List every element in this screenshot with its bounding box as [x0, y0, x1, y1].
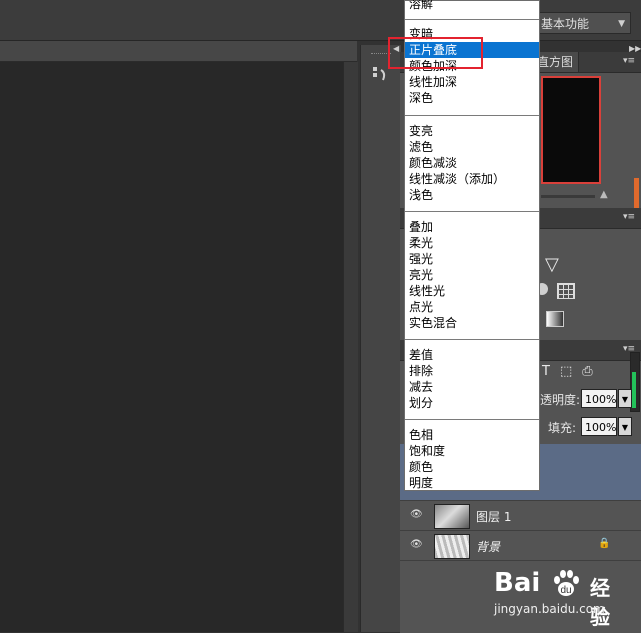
menu-item-soft-light[interactable]: 柔光 — [409, 235, 433, 251]
menu-item-subtract[interactable]: 减去 — [409, 379, 433, 395]
opacity-dropdown-icon[interactable]: ▼ — [618, 389, 632, 408]
baidu-paw-logo-icon: du — [554, 570, 579, 596]
opacity-label: 透明度: — [540, 393, 581, 407]
highlight-annotation-box — [388, 37, 483, 69]
menu-item-screen[interactable]: 滤色 — [409, 139, 433, 155]
layer-name[interactable]: 背景 — [476, 538, 500, 555]
layer-filter-icons[interactable]: T⬚⎙ — [542, 364, 603, 379]
menu-item-difference[interactable]: 差值 — [409, 347, 433, 363]
lock-icon: 🔒 — [598, 538, 611, 549]
menu-item-hue[interactable]: 色相 — [409, 427, 433, 443]
panel-menu-icon[interactable]: ▾≡ — [623, 212, 635, 222]
menu-item-darker-color[interactable]: 深色 — [409, 90, 433, 106]
canvas-scrollbar[interactable] — [343, 62, 358, 632]
menu-item-exclusion[interactable]: 排除 — [409, 363, 433, 379]
menu-separator — [405, 211, 539, 212]
layer-name[interactable]: 图层 1 — [476, 508, 511, 525]
menu-item-lighter-color[interactable]: 浅色 — [409, 187, 433, 203]
layer-thumbnail — [434, 534, 470, 559]
menu-separator — [405, 19, 539, 20]
fill-label: 填充: — [548, 421, 577, 435]
menu-separator — [405, 339, 539, 340]
watermark-jingyan: 经验 — [590, 576, 610, 629]
channel-mixer-icon[interactable] — [557, 283, 575, 299]
svg-text:du: du — [560, 585, 571, 596]
menu-item-overlay[interactable]: 叠加 — [409, 219, 433, 235]
opacity-input[interactable]: 100% — [581, 389, 617, 408]
blend-mode-menu: 溶解 变暗 颜色加深 线性加深 深色 变亮 滤色 颜色减淡 线性减淡（添加） 浅… — [404, 0, 540, 491]
zoom-in-icon[interactable]: ▲ — [600, 189, 608, 200]
menu-item-linear-light[interactable]: 线性光 — [409, 283, 445, 299]
fill-input[interactable]: 100% — [581, 417, 617, 436]
navigator-preview[interactable] — [541, 76, 601, 184]
menu-separator — [405, 419, 539, 420]
watermark-brand: Bai — [494, 568, 541, 598]
menu-item-lighten[interactable]: 变亮 — [409, 123, 433, 139]
workspace-label: 基本功能 — [541, 17, 590, 31]
panel-menu-icon[interactable]: ▾≡ — [623, 56, 635, 66]
layer-thumbnail — [434, 504, 470, 529]
workspace-switcher[interactable]: 基本功能 ▼ — [534, 12, 631, 34]
eye-icon[interactable]: 👁 — [410, 539, 423, 551]
menu-item-hard-mix[interactable]: 实色混合 — [409, 315, 457, 331]
zoom-slider[interactable] — [541, 195, 595, 198]
panel-scroll-thumb[interactable] — [634, 178, 639, 208]
document-tab-bar — [0, 41, 357, 62]
menu-item-vivid-light[interactable]: 亮光 — [409, 267, 433, 283]
gradient-map-icon[interactable] — [546, 311, 564, 327]
layer-filter-toggle-thumb — [632, 372, 636, 408]
menu-item-color[interactable]: 颜色 — [409, 459, 433, 475]
layer-row[interactable]: 👁 背景 🔒 — [400, 530, 641, 561]
fill-dropdown-icon[interactable]: ▼ — [618, 417, 632, 436]
layer-row[interactable]: 👁 图层 1 — [400, 500, 641, 531]
gradient-map-triangle-icon[interactable]: ▽ — [545, 254, 559, 275]
watermark-url: jingyan.baidu.com — [494, 602, 605, 616]
eye-icon[interactable]: 👁 — [410, 509, 423, 521]
collapsed-dock — [360, 45, 401, 632]
canvas-area[interactable] — [0, 62, 357, 632]
menu-item-luminosity[interactable]: 明度 — [409, 475, 433, 491]
menu-item-linear-burn[interactable]: 线性加深 — [409, 74, 457, 90]
menu-item-hard-light[interactable]: 强光 — [409, 251, 433, 267]
chevron-down-icon: ▼ — [618, 19, 625, 29]
menu-item-linear-dodge[interactable]: 线性减淡（添加） — [409, 171, 505, 187]
menu-item-color-dodge[interactable]: 颜色减淡 — [409, 155, 457, 171]
menu-item-pin-light[interactable]: 点光 — [409, 299, 433, 315]
menu-item-saturation[interactable]: 饱和度 — [409, 443, 445, 459]
menu-item-dissolve[interactable]: 溶解 — [409, 0, 433, 12]
menu-separator — [405, 115, 539, 116]
menu-item-divide[interactable]: 划分 — [409, 395, 433, 411]
